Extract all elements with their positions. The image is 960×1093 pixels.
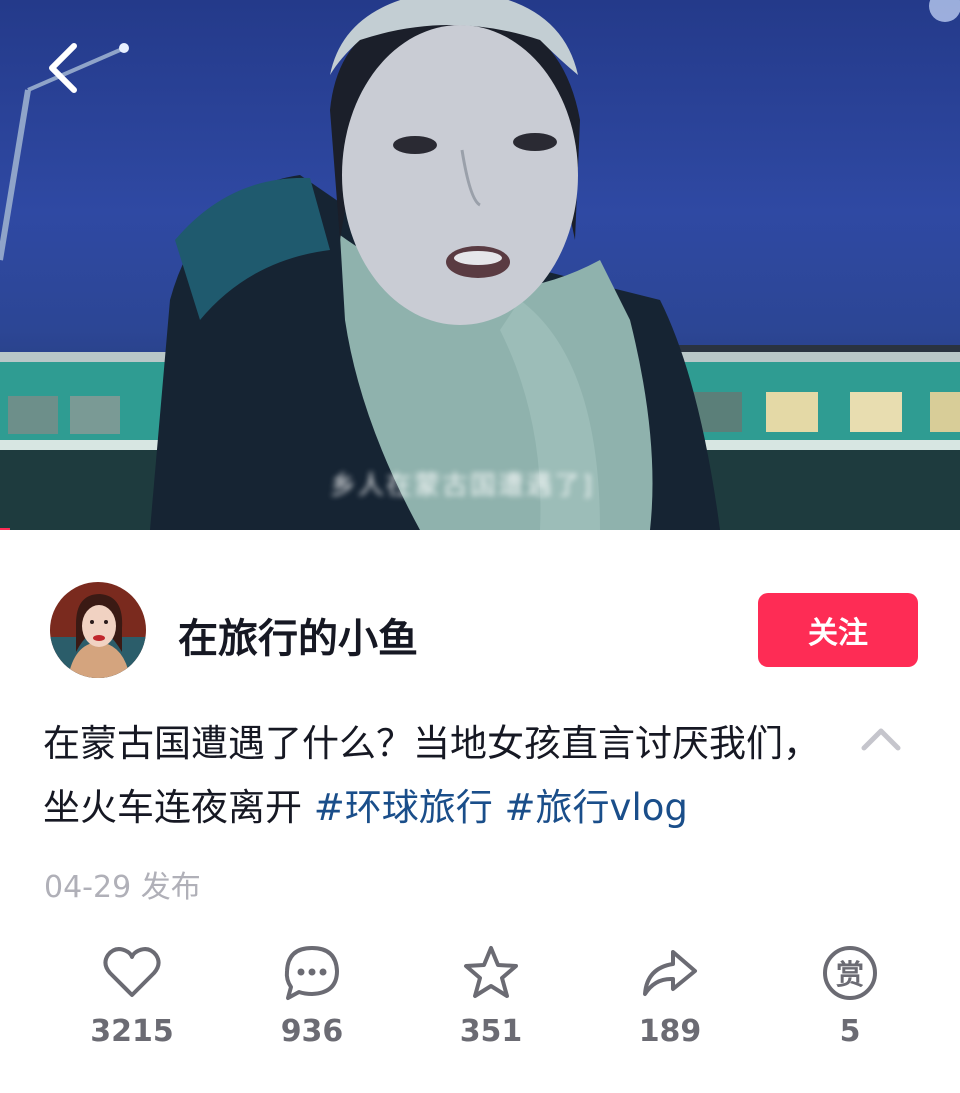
date-value: 04-29 bbox=[44, 870, 132, 905]
like-count: 3215 bbox=[90, 1014, 174, 1049]
hashtag-link[interactable]: #旅行vlog bbox=[505, 786, 688, 829]
reward-count: 5 bbox=[839, 1014, 861, 1049]
back-button[interactable] bbox=[40, 38, 90, 98]
star-icon bbox=[464, 946, 518, 998]
share-icon bbox=[643, 950, 697, 996]
post-description: 在蒙古国遭遇了什么？当地女孩直言讨厌我们，坐火车连夜离开 #环球旅行 #旅行vl… bbox=[43, 712, 833, 840]
comment-button[interactable]: 936 bbox=[252, 942, 372, 1057]
publish-date: 04-29 发布 bbox=[44, 862, 201, 906]
reward-icon: 赏 bbox=[823, 946, 877, 1000]
reward-glyph: 赏 bbox=[836, 958, 864, 991]
comment-icon bbox=[284, 946, 339, 1000]
follow-button[interactable]: 关注 bbox=[758, 593, 918, 667]
favorite-count: 351 bbox=[459, 1014, 523, 1049]
action-bar: 3215 936 351 189 赏 5 bbox=[0, 942, 960, 1062]
chevron-up-icon bbox=[861, 728, 901, 751]
video-player[interactable]: 乡人在蒙古国遭遇了] bbox=[0, 0, 960, 530]
like-button[interactable]: 3215 bbox=[72, 942, 192, 1057]
video-frame bbox=[0, 0, 960, 530]
share-count: 189 bbox=[638, 1014, 702, 1049]
collapse-button[interactable] bbox=[858, 718, 904, 758]
video-progress-bar[interactable] bbox=[0, 528, 10, 530]
chevron-left-icon bbox=[49, 43, 77, 93]
avatar[interactable] bbox=[50, 582, 146, 678]
author-name[interactable]: 在旅行的小鱼 bbox=[178, 606, 418, 664]
comment-count: 936 bbox=[280, 1014, 344, 1049]
date-suffix: 发布 bbox=[140, 870, 201, 905]
heart-icon bbox=[103, 947, 161, 997]
video-subtitle: 乡人在蒙古国遭遇了] bbox=[330, 471, 595, 501]
author-row: 在旅行的小鱼 关注 bbox=[0, 580, 960, 680]
avatar-image bbox=[50, 582, 146, 678]
reward-button[interactable]: 赏 5 bbox=[790, 942, 910, 1057]
favorite-button[interactable]: 351 bbox=[431, 942, 551, 1057]
share-button[interactable]: 189 bbox=[610, 942, 730, 1057]
hashtag-link[interactable]: #环球旅行 bbox=[314, 786, 493, 829]
